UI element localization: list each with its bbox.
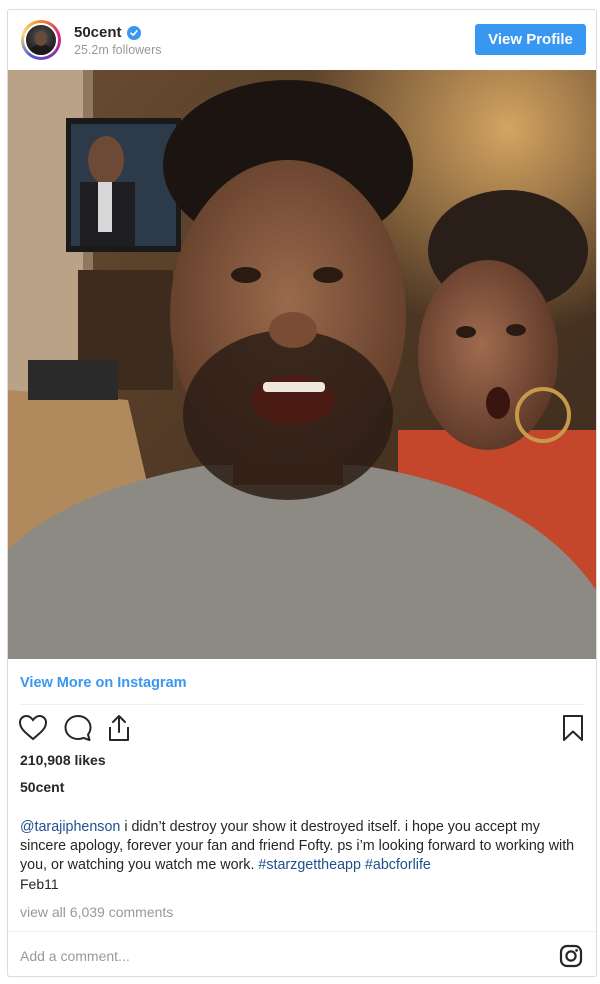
post-header: 50cent 25.2m followers View Profile [8,10,596,70]
instagram-logo-icon[interactable] [559,944,583,968]
username-row: 50cent [74,24,141,41]
followers-count: 25.2m followers [74,43,162,57]
caption-author[interactable]: 50cent [20,779,64,795]
username-link[interactable]: 50cent [74,24,122,41]
verified-badge-icon [126,25,141,40]
share-icon[interactable] [104,713,134,743]
add-comment-field[interactable]: Add a comment... [20,948,130,964]
hashtag-link[interactable]: #starzgettheapp [258,857,361,873]
bookmark-icon[interactable] [558,713,588,743]
action-bar [18,713,588,745]
instagram-embed-card: 50cent 25.2m followers View Profile View… [7,9,597,977]
post-photo[interactable] [8,70,596,659]
divider [8,931,596,932]
view-all-comments-link[interactable]: view all 6,039 comments [20,904,173,920]
avatar[interactable] [21,20,61,60]
heart-icon[interactable] [18,713,48,743]
comment-bubble-icon[interactable] [63,713,93,743]
view-more-on-instagram-link[interactable]: View More on Instagram [20,675,187,691]
likes-count[interactable]: 210,908 likes [20,752,106,768]
post-date: Feb11 [20,876,59,892]
selfie-photo-illustration [8,70,596,659]
mention-link[interactable]: @tarajiphenson [20,819,120,835]
caption-text: @tarajiphenson i didn’t destroy your sho… [20,818,588,875]
divider [20,704,584,705]
view-profile-button[interactable]: View Profile [475,24,586,55]
hashtag-link[interactable]: #abcforlife [365,857,431,873]
